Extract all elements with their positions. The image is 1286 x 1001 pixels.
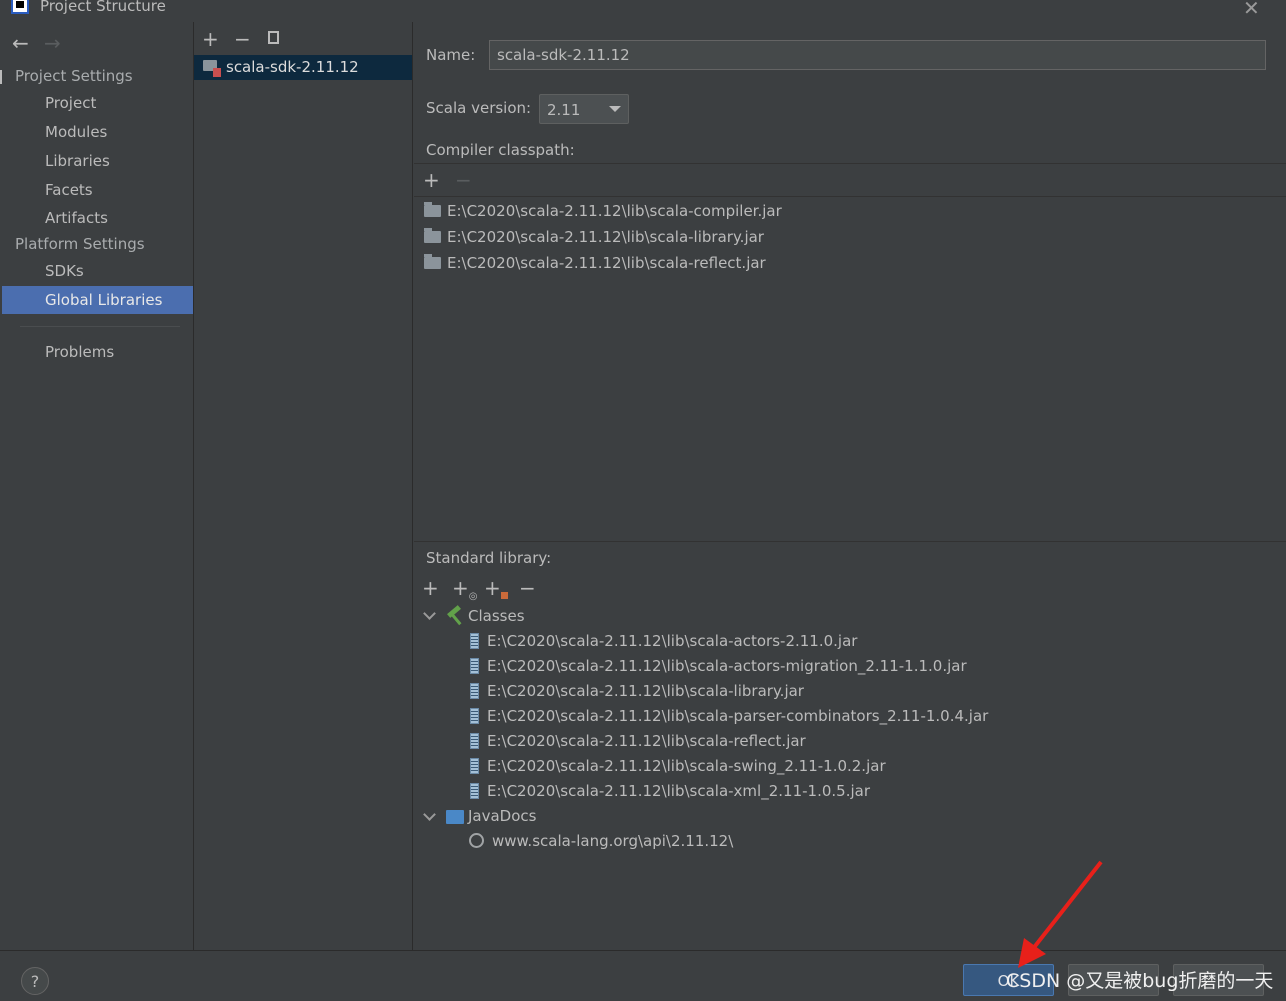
classpath-item[interactable]: E:\C2020\scala-2.11.12\lib\scala-reflect… [424, 254, 766, 278]
remove-root-icon[interactable]: − [519, 578, 536, 598]
nav-item-problems[interactable]: Problems [2, 338, 193, 366]
library-name[interactable]: scala-sdk-2.11.12 [226, 58, 359, 76]
jar-path: E:\C2020\scala-2.11.12\lib\scala-parser-… [487, 707, 989, 725]
jar-path: E:\C2020\scala-2.11.12\lib\scala-swing_2… [487, 757, 886, 775]
class-jar-item[interactable]: E:\C2020\scala-2.11.12\lib\scala-reflect… [470, 732, 806, 756]
jar-icon [470, 683, 479, 699]
scala-version-value: 2.11 [547, 101, 581, 119]
close-icon[interactable]: ✕ [1243, 0, 1260, 20]
classpath-item[interactable]: E:\C2020\scala-2.11.12\lib\scala-compile… [424, 202, 782, 226]
nav-item-sdks[interactable]: SDKs [2, 257, 193, 285]
nav-item-project[interactable]: Project [2, 89, 193, 117]
library-list-panel [194, 22, 412, 950]
window-edge-marker [0, 70, 2, 84]
folder-icon [424, 254, 441, 269]
standard-library-label: Standard library: [426, 549, 552, 567]
chevron-down-icon [609, 106, 621, 112]
title-bar [0, 0, 1286, 22]
javadocs-folder-icon [446, 810, 464, 824]
class-jar-item[interactable]: E:\C2020\scala-2.11.12\lib\scala-xml_2.1… [470, 782, 870, 806]
class-jar-item[interactable]: E:\C2020\scala-2.11.12\lib\scala-actors-… [470, 632, 857, 656]
csdn-watermark: CSDN @又是被bug折磨的一天 [1006, 970, 1274, 992]
add-root-icon[interactable]: + [422, 578, 439, 598]
annotation-arrow-shaft [1030, 860, 1103, 952]
help-button[interactable]: ? [21, 967, 49, 995]
nav-item-global-libraries[interactable]: Global Libraries [2, 286, 193, 314]
folder-icon [424, 228, 441, 243]
jar-path: E:\C2020\scala-2.11.12\lib\scala-actors-… [487, 632, 858, 650]
javadoc-url: www.scala-lang.org\api\2.11.12\ [492, 832, 734, 850]
forward-arrow-icon[interactable]: → [44, 31, 61, 55]
class-jar-item[interactable]: E:\C2020\scala-2.11.12\lib\scala-parser-… [470, 707, 988, 731]
class-jar-item[interactable]: E:\C2020\scala-2.11.12\lib\scala-actors-… [470, 657, 967, 681]
folder-icon [424, 202, 441, 217]
copy-library-icon[interactable] [268, 31, 279, 44]
nav-item-modules[interactable]: Modules [2, 118, 193, 146]
jar-path: E:\C2020\scala-2.11.12\lib\scala-actors-… [487, 657, 967, 675]
jar-icon [470, 783, 479, 799]
nav-divider [20, 326, 180, 327]
nav-item-facets[interactable]: Facets [2, 176, 193, 204]
nav-item-artifacts[interactable]: Artifacts [2, 204, 193, 232]
classpath-path: E:\C2020\scala-2.11.12\lib\scala-library… [447, 228, 764, 246]
back-arrow-icon[interactable]: ← [12, 31, 29, 55]
annotation-arrow [1018, 860, 1103, 968]
classes-node[interactable]: Classes [468, 607, 525, 631]
scala-badge-icon [213, 68, 221, 77]
nav-item-libraries[interactable]: Libraries [2, 147, 193, 175]
intellij-app-icon [11, 0, 29, 14]
jar-icon [470, 758, 479, 774]
scala-version-label: Scala version: [426, 99, 532, 117]
panel-divider [412, 22, 413, 950]
name-label: Name: [426, 46, 476, 64]
settings-nav: Project Settings Project Modules Librari… [2, 22, 193, 950]
project-settings-heading: Project Settings [15, 67, 133, 85]
toolbar-divider [414, 163, 1286, 164]
jar-icon [470, 733, 479, 749]
javadocs-node[interactable]: JavaDocs [468, 807, 536, 831]
class-jar-item[interactable]: E:\C2020\scala-2.11.12\lib\scala-library… [470, 682, 804, 706]
platform-settings-heading: Platform Settings [15, 235, 145, 253]
annotation-arrow-head [1018, 938, 1046, 968]
jar-icon [470, 633, 479, 649]
compiler-classpath-label: Compiler classpath: [426, 141, 575, 159]
jar-icon [470, 658, 479, 674]
add-library-icon[interactable]: + [202, 29, 219, 49]
window-title: Project Structure [40, 0, 166, 15]
jar-icon [470, 708, 479, 724]
javadoc-url-item[interactable]: www.scala-lang.org\api\2.11.12\ [469, 832, 733, 856]
globe-icon [469, 833, 484, 848]
remove-classpath-icon[interactable]: − [455, 170, 472, 190]
jar-path: E:\C2020\scala-2.11.12\lib\scala-xml_2.1… [487, 782, 870, 800]
jar-path: E:\C2020\scala-2.11.12\lib\scala-reflect… [487, 732, 806, 750]
name-field[interactable] [489, 40, 1266, 70]
add-attached-icon[interactable]: + [484, 578, 508, 599]
jar-path: E:\C2020\scala-2.11.12\lib\scala-library… [487, 682, 804, 700]
classpath-path: E:\C2020\scala-2.11.12\lib\scala-compile… [447, 202, 782, 220]
remove-library-icon[interactable]: − [234, 29, 251, 49]
classpath-item[interactable]: E:\C2020\scala-2.11.12\lib\scala-library… [424, 228, 764, 252]
add-classpath-icon[interactable]: + [423, 170, 440, 190]
classpath-path: E:\C2020\scala-2.11.12\lib\scala-reflect… [447, 254, 766, 272]
class-jar-item[interactable]: E:\C2020\scala-2.11.12\lib\scala-swing_2… [470, 757, 886, 781]
